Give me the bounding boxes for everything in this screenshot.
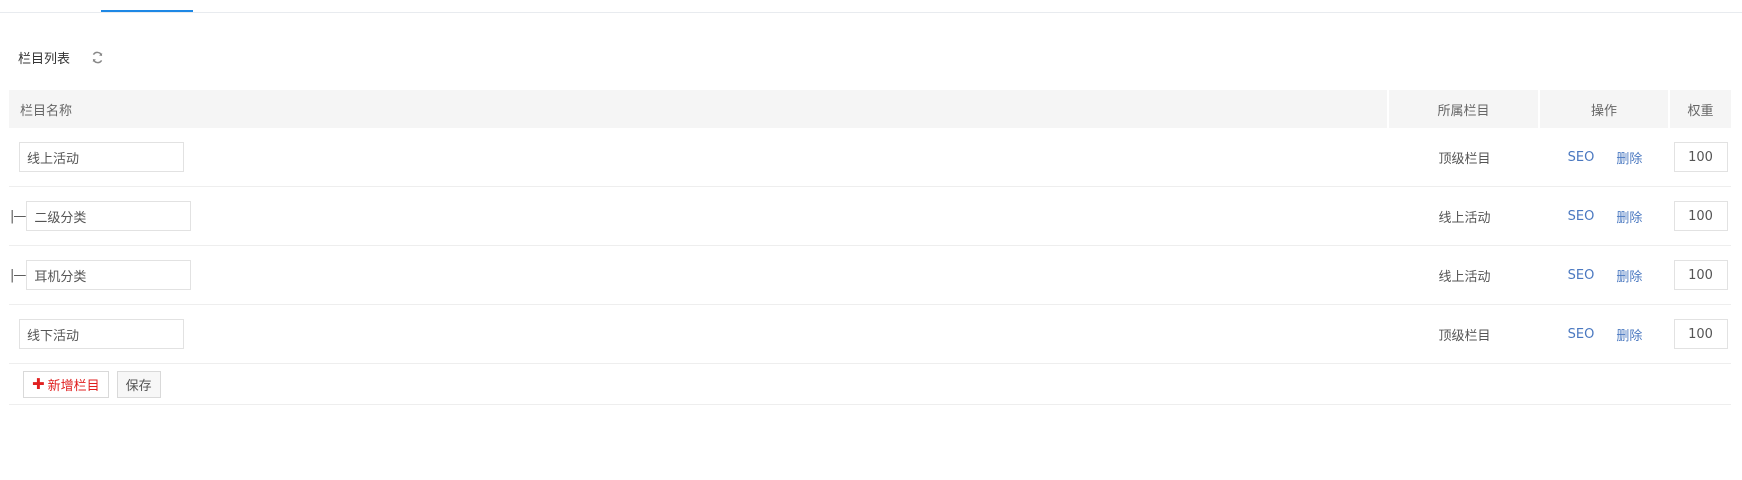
seo-link[interactable]: SEO <box>1568 209 1595 224</box>
parent-cell: 顶级栏目 <box>1438 328 1491 344</box>
category-name-input[interactable] <box>19 319 184 349</box>
name-cell: |— <box>9 187 1389 245</box>
weight-input[interactable] <box>1673 319 1728 349</box>
weight-cell <box>1670 128 1731 186</box>
weight-cell <box>1670 187 1731 245</box>
weight-input[interactable] <box>1673 201 1728 231</box>
section-title: 栏目列表 <box>18 51 71 67</box>
header-parent: 所属栏目 <box>1389 90 1540 128</box>
weight-cell <box>1670 305 1731 363</box>
plus-icon: ✚ <box>32 375 45 393</box>
weight-cell <box>1670 246 1731 304</box>
name-cell <box>9 128 1389 186</box>
header-ops: 操作 <box>1540 90 1670 128</box>
refresh-icon[interactable] <box>90 50 104 64</box>
seo-link[interactable]: SEO <box>1568 268 1595 283</box>
name-cell <box>9 305 1389 363</box>
table-row: 顶级栏目 SEO 删除 <box>9 305 1731 364</box>
category-name-input[interactable] <box>19 142 184 172</box>
parent-cell: 顶级栏目 <box>1438 151 1491 167</box>
delete-link[interactable]: 删除 <box>1616 148 1642 167</box>
ops-cell: SEO 删除 <box>1540 305 1670 363</box>
table-row: |— 线上活动 SEO 删除 <box>9 187 1731 246</box>
parent-cell: 线上活动 <box>1438 210 1491 226</box>
delete-link[interactable]: 删除 <box>1616 207 1642 226</box>
ops-cell: SEO 删除 <box>1540 128 1670 186</box>
add-category-button[interactable]: ✚ 新增栏目 <box>23 370 109 398</box>
weight-input[interactable] <box>1673 142 1728 172</box>
header-name: 栏目名称 <box>9 90 1389 128</box>
category-name-input[interactable] <box>26 260 192 290</box>
table-header: 栏目名称 所属栏目 操作 权重 <box>9 90 1731 128</box>
table-actions: ✚ 新增栏目 保存 <box>9 364 1731 405</box>
table-row: 顶级栏目 SEO 删除 <box>9 128 1731 187</box>
add-category-label: 新增栏目 <box>47 378 100 394</box>
tree-indent-marker: |— <box>10 208 26 224</box>
header-weight: 权重 <box>1687 103 1714 119</box>
weight-input[interactable] <box>1673 260 1728 290</box>
delete-link[interactable]: 删除 <box>1616 325 1642 344</box>
table-row: |— 线上活动 SEO 删除 <box>9 246 1731 305</box>
ops-cell: SEO 删除 <box>1540 246 1670 304</box>
name-cell: |— <box>9 246 1389 304</box>
category-table: 栏目名称 所属栏目 操作 权重 顶级栏目 SEO 删除 |— 线上活动 SEO … <box>9 90 1731 405</box>
tab-active-indicator <box>101 10 193 12</box>
seo-link[interactable]: SEO <box>1568 327 1595 342</box>
seo-link[interactable]: SEO <box>1568 150 1595 165</box>
section-header: 栏目列表 <box>18 47 104 67</box>
delete-link[interactable]: 删除 <box>1616 266 1642 285</box>
category-name-input[interactable] <box>26 201 192 231</box>
parent-cell: 线上活动 <box>1438 269 1491 285</box>
tab-bar <box>0 0 1742 13</box>
save-button[interactable]: 保存 <box>116 370 161 398</box>
ops-cell: SEO 删除 <box>1540 187 1670 245</box>
tree-indent-marker: |— <box>10 267 26 283</box>
